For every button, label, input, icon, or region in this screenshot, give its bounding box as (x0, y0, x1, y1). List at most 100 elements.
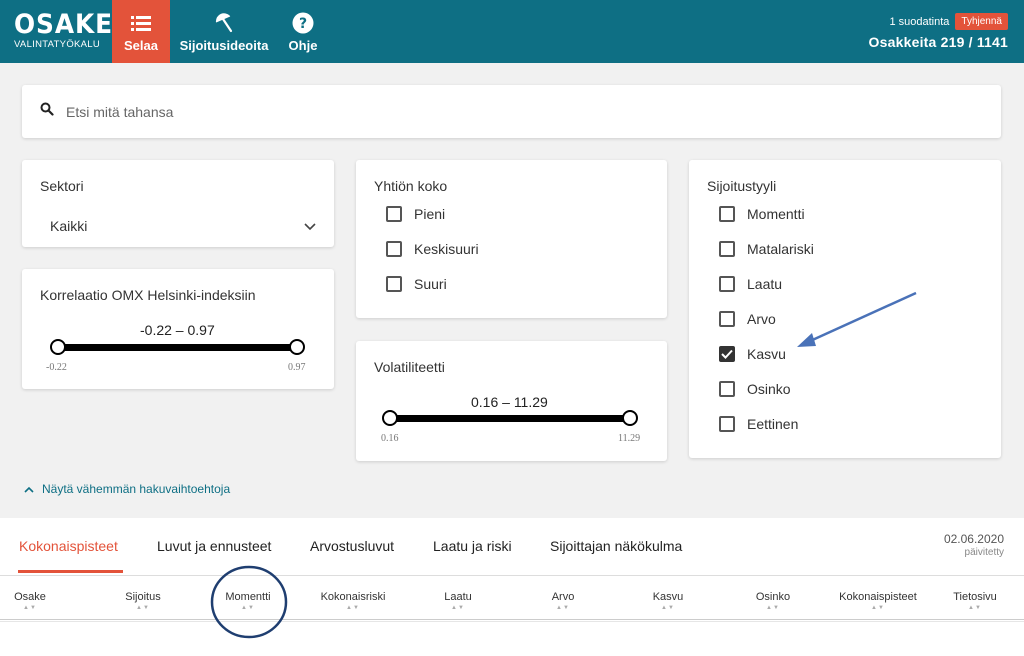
style-option-osinko[interactable]: Osinko (719, 381, 791, 397)
column-label: Sijoitus (125, 591, 161, 603)
checkbox[interactable] (386, 276, 402, 292)
style-option-arvo[interactable]: Arvo (719, 311, 776, 327)
sort-icon: ▲▼ (451, 605, 465, 611)
checkbox[interactable] (386, 206, 402, 222)
show-less-label: Näytä vähemmän hakuvaihtoehtoja (42, 482, 231, 496)
tab-laatu-ja-riski[interactable]: Laatu ja riski (433, 538, 512, 554)
column-label: Osake (14, 591, 46, 603)
tab-divider (0, 575, 1024, 576)
column-label: Kokonaisriski (320, 591, 386, 603)
correlation-min-handle[interactable] (50, 339, 66, 355)
column-header-osinko[interactable]: Osinko ▲▼ (756, 591, 790, 611)
logo-subtitle: VALINTATYÖKALU (14, 39, 101, 50)
tab-arvostusluvut[interactable]: Arvostusluvut (310, 538, 394, 554)
tab-sijoittajan-nakokulma[interactable]: Sijoittajan näkökulma (550, 538, 682, 554)
sort-icon: ▲▼ (23, 605, 37, 611)
column-header-sijoitus[interactable]: Sijoitus ▲▼ (125, 591, 160, 611)
investment-style-card: Sijoitustyyli Momentti Matalariski Laatu… (689, 160, 1001, 458)
size-option-suuri[interactable]: Suuri (386, 276, 447, 292)
search-input[interactable] (66, 103, 566, 120)
sort-icon: ▲▼ (346, 605, 360, 611)
checkbox[interactable] (386, 241, 402, 257)
filter-count: 1 suodatinta (889, 15, 950, 28)
volatility-max-handle[interactable] (622, 410, 638, 426)
svg-text:?: ? (299, 16, 307, 32)
checkbox[interactable] (719, 416, 735, 432)
column-header-momentti[interactable]: Momentti ▲▼ (225, 591, 270, 611)
sort-icon: ▲▼ (968, 605, 982, 611)
volatility-min-handle[interactable] (382, 410, 398, 426)
nav-sijoitusideoita[interactable]: Sijoitusideoita (178, 0, 270, 63)
sort-icon: ▲▼ (556, 605, 570, 611)
style-option-label: Laatu (747, 276, 783, 292)
column-header-tietosivu[interactable]: Tietosivu ▲▼ (953, 591, 997, 611)
style-option-momentti[interactable]: Momentti (719, 206, 805, 222)
volatility-title: Volatiliteetti (374, 359, 445, 375)
column-header-arvo[interactable]: Arvo ▲▼ (552, 591, 575, 611)
checkbox[interactable] (719, 241, 735, 257)
column-header-osake[interactable]: Osake ▲▼ (14, 591, 46, 611)
search-icon (40, 102, 54, 121)
style-option-kasvu[interactable]: Kasvu (719, 346, 786, 362)
chevron-down-icon (304, 218, 316, 234)
volatility-slider-track[interactable] (390, 415, 631, 422)
checkbox[interactable] (719, 311, 735, 327)
size-option-keskisuuri[interactable]: Keskisuuri (386, 241, 479, 257)
correlation-slider-track[interactable] (58, 344, 298, 351)
search-bar (22, 85, 1001, 138)
investment-style-title: Sijoitustyyli (707, 178, 777, 194)
nav-selaa[interactable]: Selaa (112, 0, 170, 63)
show-less-options-link[interactable]: Näytä vähemmän hakuvaihtoehtoja (24, 482, 230, 496)
style-option-label: Kasvu (747, 346, 786, 362)
style-option-matalariski[interactable]: Matalariski (719, 241, 814, 257)
checkbox[interactable] (719, 206, 735, 222)
checkbox[interactable] (719, 381, 735, 397)
checkbox-checked[interactable] (719, 346, 735, 362)
tab-kokonaispisteet[interactable]: Kokonaispisteet (19, 538, 118, 554)
check-icon (721, 349, 733, 359)
style-option-label: Matalariski (747, 241, 814, 257)
results-panel: Kokonaispisteet Luvut ja ennusteet Arvos… (0, 518, 1024, 656)
correlation-max-handle[interactable] (289, 339, 305, 355)
list-icon (131, 11, 151, 35)
column-header-kasvu[interactable]: Kasvu ▲▼ (653, 591, 684, 611)
size-option-label: Suuri (414, 276, 447, 292)
sort-icon: ▲▼ (241, 605, 255, 611)
style-option-label: Eettinen (747, 416, 799, 432)
update-date: 02.06.2020 (943, 532, 1004, 546)
table-header-border (0, 619, 1024, 620)
app-logo[interactable]: OSAKE VALINTATYÖKALU (14, 11, 112, 50)
sector-select[interactable]: Kaikki (50, 218, 316, 234)
active-tab-indicator (18, 570, 123, 573)
style-option-laatu[interactable]: Laatu (719, 276, 782, 292)
correlation-range-value: -0.22 – 0.97 (140, 322, 215, 338)
tab-luvut-ja-ennusteet[interactable]: Luvut ja ennusteet (157, 538, 271, 554)
sort-icon: ▲▼ (871, 605, 885, 611)
sort-icon: ▲▼ (136, 605, 150, 611)
size-option-pieni[interactable]: Pieni (386, 206, 445, 222)
chevron-up-icon (24, 482, 34, 496)
style-option-label: Arvo (747, 311, 776, 327)
volatility-min-label: 0.16 (381, 433, 399, 444)
column-header-kokonaisriski[interactable]: Kokonaisriski ▲▼ (321, 591, 386, 611)
clear-filters-button[interactable]: Tyhjennä (955, 13, 1008, 30)
style-option-eettinen[interactable]: Eettinen (719, 416, 798, 432)
column-header-kokonaispisteet[interactable]: Kokonaispisteet ▲▼ (839, 591, 917, 611)
column-label: Tietosivu (953, 591, 997, 603)
update-label: päivitetty (964, 547, 1004, 558)
column-label: Laatu (444, 591, 472, 603)
update-info: 02.06.2020 päivitetty (944, 532, 1004, 558)
help-icon: ? (292, 11, 314, 35)
style-option-label: Osinko (747, 381, 791, 397)
volatility-card: Volatiliteetti 0.16 – 11.29 0.16 11.29 (356, 341, 667, 461)
column-header-laatu[interactable]: Laatu ▲▼ (444, 591, 472, 611)
filter-summary: 1 suodatinta Tyhjennä Osakkeita 219 / 11… (869, 13, 1008, 50)
checkbox[interactable] (719, 276, 735, 292)
volatility-max-label: 11.29 (618, 433, 641, 444)
nav-ohje[interactable]: ? Ohje (282, 0, 324, 63)
column-label: Arvo (551, 591, 575, 603)
table-header-border-secondary (0, 621, 1024, 622)
top-bar: OSAKE VALINTATYÖKALU Selaa Sijoitusideoi… (0, 0, 1024, 63)
style-option-label: Momentti (747, 206, 805, 222)
column-label: Momentti (225, 591, 271, 603)
